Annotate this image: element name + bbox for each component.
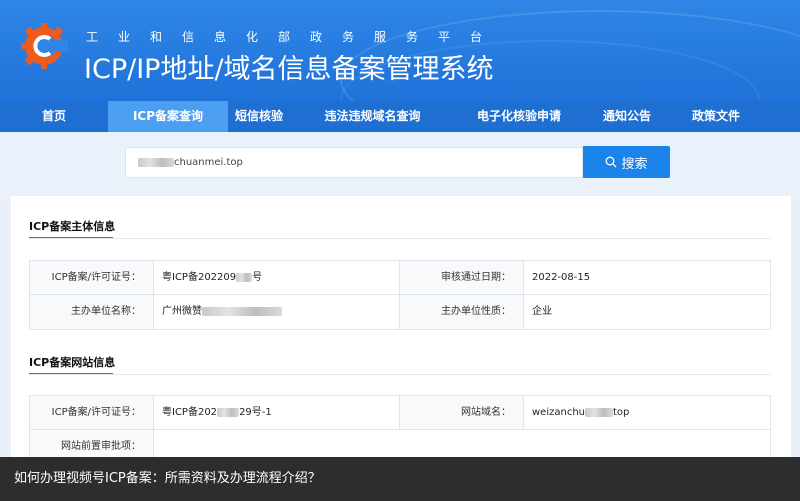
site-license-label: ICP备案/许可证号： [30, 396, 154, 429]
subject-section-title: ICP备案主体信息 [29, 218, 116, 239]
approval-date-label: 审核通过日期： [400, 261, 524, 294]
organizer-type-label: 主办单位性质： [400, 295, 524, 329]
site-info-table: ICP备案/许可证号： 粤ICP备202 29号-1 网站域名： weizanch… [29, 395, 771, 465]
main-nav: 首页 ICP备案查询 短信核验 违法违规域名查询 电子化核验申请 通知公告 政策… [0, 101, 800, 132]
organizer-name-value: 广州微赞 [154, 295, 400, 329]
article-caption: 如何办理视频号ICP备案：所需资料及办理流程介绍？ [0, 457, 800, 501]
section-divider [29, 238, 771, 239]
search-input[interactable]: chuanmei.top [125, 147, 583, 178]
nav-icp-query[interactable]: ICP备案查询 [108, 101, 228, 132]
license-label: ICP备案/许可证号： [30, 261, 154, 294]
license-value-suffix: 号 [252, 272, 263, 283]
table-row: ICP备案/许可证号： 粤ICP备202209 号 审核通过日期： 2022-08… [30, 261, 770, 295]
site-header: 工业和信息化部政务服务平台 ICP/IP地址/域名信息备案管理系统 [0, 0, 800, 101]
redacted-text [217, 407, 240, 417]
nav-sms-verify[interactable]: 短信核验 [228, 101, 290, 132]
site-domain-suffix: top [613, 407, 630, 418]
subject-section-title-text: ICP备案主体信息 [29, 220, 116, 233]
header-subtitle: 工业和信息化部政务服务平台 [86, 30, 503, 44]
nav-home[interactable]: 首页 [0, 101, 108, 132]
search-button[interactable]: 搜索 [583, 146, 670, 178]
nav-policy[interactable]: 政策文件 [671, 101, 761, 132]
search-input-value: chuanmei.top [174, 157, 243, 168]
site-domain-value: weizanchu top [524, 396, 770, 429]
site-section-title-text: ICP备案网站信息 [29, 356, 116, 369]
site-license-suffix: 29号-1 [239, 407, 272, 418]
gear-logo-icon [21, 23, 68, 69]
redacted-text [236, 272, 253, 282]
site-domain-prefix: weizanchu [532, 407, 585, 418]
nav-illegal-domain[interactable]: 违法违规域名查询 [290, 101, 455, 132]
redacted-text [202, 306, 282, 316]
search-icon [606, 156, 617, 168]
table-row: 主办单位名称： 广州微赞 主办单位性质： 企业 [30, 295, 770, 329]
search-button-label: 搜索 [621, 156, 648, 172]
site-license-value: 粤ICP备202 29号-1 [154, 396, 400, 429]
section-divider [29, 374, 771, 375]
organizer-name-prefix: 广州微赞 [162, 306, 202, 317]
organizer-type-value: 企业 [532, 306, 552, 317]
redacted-text [585, 407, 613, 417]
site-domain-label: 网站域名： [400, 396, 524, 429]
nav-notice[interactable]: 通知公告 [583, 101, 671, 132]
table-row: ICP备案/许可证号： 粤ICP备202 29号-1 网站域名： weizanch… [30, 396, 770, 430]
license-value-prefix: 粤ICP备202209 [162, 272, 237, 283]
result-card: ICP备案主体信息 ICP备案/许可证号： 粤ICP备202209 号 审核通过日… [11, 196, 791, 466]
redacted-text [138, 157, 174, 167]
page-title: ICP/IP地址/域名信息备案管理系统 [84, 54, 494, 85]
subject-info-table: ICP备案/许可证号： 粤ICP备202209 号 审核通过日期： 2022-08… [29, 260, 771, 330]
license-value: 粤ICP备202209 号 [154, 261, 400, 294]
approval-date-value: 2022-08-15 [532, 272, 591, 283]
site-license-prefix: 粤ICP备202 [162, 407, 218, 418]
organizer-name-label: 主办单位名称： [30, 295, 154, 329]
site-section-title: ICP备案网站信息 [29, 354, 116, 375]
nav-e-verify[interactable]: 电子化核验申请 [455, 101, 583, 132]
